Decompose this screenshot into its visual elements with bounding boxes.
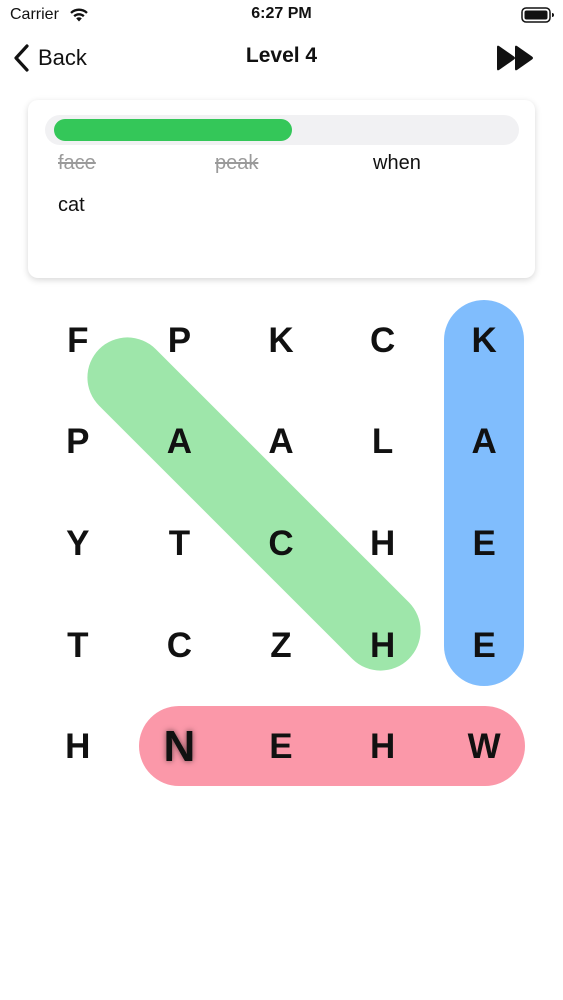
grid-cell[interactable]: E — [433, 493, 535, 595]
grid-cell[interactable]: C — [129, 595, 231, 697]
word-item: when — [373, 152, 421, 174]
grid-cell[interactable]: K — [230, 290, 332, 392]
grid-cell[interactable]: H — [332, 696, 434, 798]
progress-fill — [54, 119, 292, 141]
progress-bar — [45, 115, 519, 145]
grid-cell[interactable]: C — [332, 290, 434, 392]
word-item: peak — [215, 152, 259, 174]
grid-cell[interactable]: A — [129, 392, 231, 494]
nav-bar: Back Level 4 — [0, 30, 563, 86]
grid-cell[interactable]: H — [27, 696, 129, 798]
grid-cell[interactable]: E — [230, 696, 332, 798]
grid-cell[interactable]: P — [27, 392, 129, 494]
page-title: Level 4 — [245, 44, 318, 67]
status-time: 6:27 PM — [251, 5, 312, 22]
word-list-card: face peak when cat — [28, 100, 535, 278]
status-bar: Carrier 6:27 PM — [0, 0, 563, 30]
grid-cell[interactable]: A — [433, 392, 535, 494]
grid-cell[interactable]: Z — [230, 595, 332, 697]
word-item: cat — [58, 194, 85, 216]
battery-icon — [521, 7, 554, 23]
grid-cell[interactable]: H — [332, 595, 434, 697]
grid-cell[interactable]: E — [433, 595, 535, 697]
grid-cell[interactable]: T — [27, 595, 129, 697]
grid-cell[interactable]: Y — [27, 493, 129, 595]
grid-cell[interactable]: F — [27, 290, 129, 392]
grid-cell[interactable]: H — [332, 493, 434, 595]
letter-grid[interactable]: FPKCKPAALAYTCHETCZHEHNEHW — [27, 290, 535, 798]
word-item: face — [58, 152, 96, 174]
grid-cell[interactable]: A — [230, 392, 332, 494]
grid-cell[interactable]: T — [129, 493, 231, 595]
grid-cell[interactable]: C — [230, 493, 332, 595]
grid-cell[interactable]: L — [332, 392, 434, 494]
grid-cell[interactable]: K — [433, 290, 535, 392]
grid-cell[interactable]: N — [129, 696, 231, 798]
fast-forward-icon[interactable] — [495, 44, 537, 72]
grid-cell[interactable]: P — [129, 290, 231, 392]
grid-cell[interactable]: W — [433, 696, 535, 798]
